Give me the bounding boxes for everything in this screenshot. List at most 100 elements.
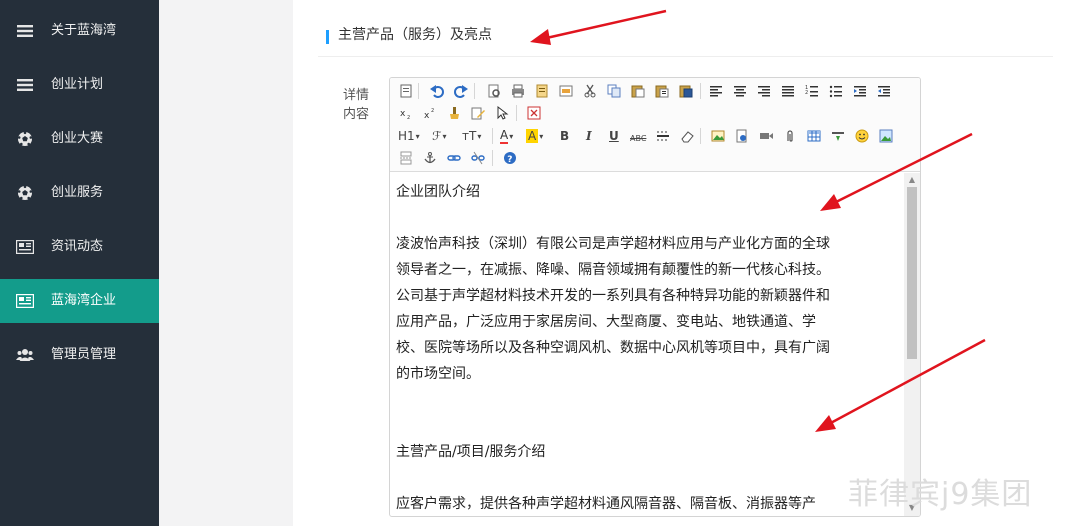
sidebar-item-news[interactable]: 资讯动态 (0, 225, 159, 269)
svg-text:2: 2 (407, 115, 410, 120)
font-size-dropdown[interactable]: тT ▾ (462, 128, 481, 144)
editor-toolbar: 12 x2 x2 H1▾ ℱ▾ тT▾ A▾ A▾ B I U ABC (390, 78, 920, 172)
format-brush-icon[interactable] (446, 105, 462, 121)
sidebar-item-label: 管理员管理 (51, 347, 117, 362)
strikethrough-label: ABC (630, 133, 647, 143)
sidebar-item-label: 资讯动态 (51, 239, 104, 254)
content-line: 凌波怡声科技（深圳）有限公司是声学超材料应用与产业化方面的全球 (396, 236, 830, 252)
insert-table-icon[interactable] (806, 128, 822, 144)
sidebar-item-service[interactable]: 创业服务 (0, 171, 159, 215)
align-justify-icon[interactable] (780, 83, 796, 99)
paste-text-icon[interactable] (654, 83, 670, 99)
subscript-icon[interactable]: x2 (398, 105, 414, 121)
panel-gap (279, 0, 293, 526)
align-right-icon[interactable] (756, 83, 772, 99)
font-color-dropdown[interactable]: A ▾ (500, 128, 513, 144)
toolbar-separator (492, 150, 493, 166)
menu-lines-icon (16, 77, 34, 93)
code-icon[interactable] (558, 83, 574, 99)
bold-button[interactable]: B (560, 128, 569, 144)
link-icon[interactable] (446, 150, 462, 166)
ordered-list-icon[interactable]: 12 (804, 83, 820, 99)
attachment-icon[interactable] (782, 128, 798, 144)
insert-flash-icon[interactable] (734, 128, 750, 144)
sidebar-item-contest[interactable]: 创业大赛 (0, 117, 159, 161)
insert-hr-icon[interactable] (830, 128, 846, 144)
copy-icon[interactable] (606, 83, 622, 99)
eraser-icon[interactable] (679, 128, 695, 144)
font-family-dropdown[interactable]: ℱ ▾ (432, 128, 446, 144)
content-line: 的市场空间。 (396, 366, 480, 382)
sidebar-item-about[interactable]: 关于蓝海湾 (0, 9, 159, 53)
sidebar-item-label: 蓝海湾企业 (51, 293, 117, 308)
heading-dropdown[interactable]: H1 ▾ (398, 128, 420, 144)
source-code-icon[interactable] (398, 83, 414, 99)
page-break-icon[interactable] (398, 150, 414, 166)
content-line: 校、医院等场所以及各种空调风机、数据中心风机等项目中，具有广阔 (396, 340, 830, 356)
undo-icon[interactable] (429, 83, 445, 99)
svg-text:2: 2 (431, 108, 434, 114)
content-line: 应客户需求，提供各种声学超材料通风隔音器、隔音板、消振器等产 (396, 496, 816, 512)
redo-icon[interactable] (453, 83, 469, 99)
soccer-ball-icon (16, 131, 34, 147)
editor-content-area[interactable]: 企业团队介绍 凌波怡声科技（深圳）有限公司是声学超材料应用与产业化方面的全球 领… (390, 173, 906, 516)
rich-text-editor: 12 x2 x2 H1▾ ℱ▾ тT▾ A▾ A▾ B I U ABC (389, 77, 921, 517)
newspaper-icon (16, 239, 34, 255)
anchor-icon[interactable] (422, 150, 438, 166)
toolbar-separator (418, 83, 419, 99)
fullscreen-icon[interactable] (526, 105, 542, 121)
underline-button[interactable]: U (609, 128, 619, 144)
background-color-dropdown[interactable]: A ▾ (526, 128, 543, 144)
unordered-list-icon[interactable] (828, 83, 844, 99)
strikethrough-button[interactable]: ABC (630, 130, 646, 146)
section-title: 主营产品（服务）及亮点 (338, 27, 492, 43)
sidebar-item-label: 创业大赛 (51, 131, 104, 146)
outdent-icon[interactable] (876, 83, 892, 99)
cut-icon[interactable] (582, 83, 598, 99)
clear-format-icon[interactable] (470, 105, 486, 121)
font-size-label: тT (462, 129, 477, 143)
sidebar-item-label: 关于蓝海湾 (51, 23, 117, 38)
content-line (396, 387, 900, 413)
help-icon[interactable]: ? (502, 150, 518, 166)
background-color-label: A (526, 129, 539, 143)
newspaper-icon (16, 293, 34, 309)
toolbar-separator (474, 83, 475, 99)
section-accent-bar (326, 30, 329, 44)
scroll-up-arrow-icon[interactable]: ▲ (907, 175, 917, 185)
insert-image-icon[interactable] (710, 128, 726, 144)
sidebar-item-label: 创业服务 (51, 185, 104, 200)
italic-button[interactable]: I (586, 128, 592, 144)
font-family-label: ℱ (432, 129, 442, 143)
sidebar-item-plan[interactable]: 创业计划 (0, 63, 159, 107)
users-icon (16, 347, 34, 363)
superscript-icon[interactable]: x2 (422, 105, 438, 121)
template-icon[interactable] (534, 83, 550, 99)
unlink-icon[interactable] (470, 150, 486, 166)
scrollbar-thumb[interactable] (907, 187, 917, 359)
emoticon-icon[interactable] (854, 128, 870, 144)
select-all-icon[interactable] (494, 105, 510, 121)
paste-icon[interactable] (630, 83, 646, 99)
underline-label: U (609, 129, 619, 143)
editor-scrollbar[interactable]: ▲ ▼ (904, 173, 920, 516)
horizontal-rule-icon[interactable] (655, 128, 671, 144)
section-divider (318, 56, 1053, 57)
sidebar-item-enterprise[interactable]: 蓝海湾企业 (0, 279, 159, 323)
align-left-icon[interactable] (708, 83, 724, 99)
paste-word-icon[interactable] (678, 83, 694, 99)
indent-icon[interactable] (852, 83, 868, 99)
content-line: 主营产品/项目/服务介绍 (396, 444, 546, 460)
align-center-icon[interactable] (732, 83, 748, 99)
content-line: 领导者之一，在减振、降噪、隔音领域拥有颠覆性的新一代核心科技。 (396, 262, 830, 278)
sidebar-item-admin[interactable]: 管理员管理 (0, 333, 159, 377)
insert-media-icon[interactable] (758, 128, 774, 144)
content-line (396, 465, 900, 491)
print-icon[interactable] (510, 83, 526, 99)
picture-icon[interactable] (878, 128, 894, 144)
svg-text:x: x (400, 109, 406, 119)
menu-lines-icon (16, 23, 34, 39)
italic-label: I (586, 129, 592, 143)
svg-text:?: ? (507, 155, 512, 165)
preview-icon[interactable] (486, 83, 502, 99)
